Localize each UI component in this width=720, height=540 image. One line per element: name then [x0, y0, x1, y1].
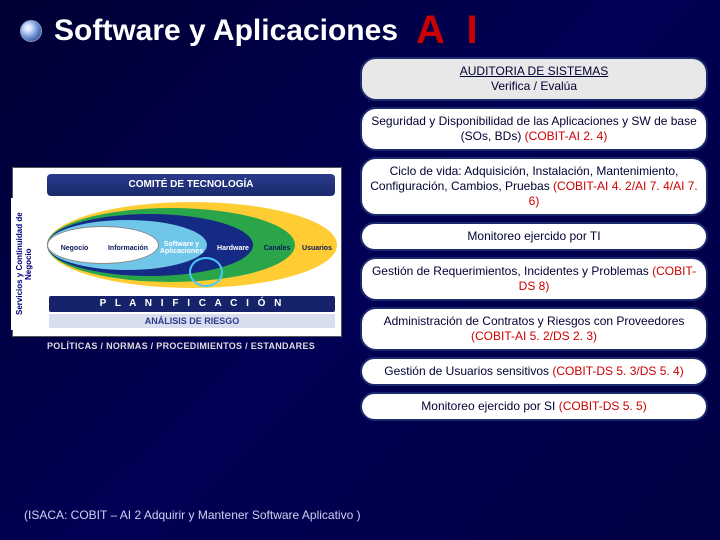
box-audit-sub: Verifica / Evalúa	[370, 79, 698, 94]
slide-title-code: A I	[416, 8, 484, 53]
layer-label-2: Información	[102, 245, 154, 252]
diagram-top-bar: COMITÉ DE TECNOLOGÍA	[47, 174, 335, 196]
governance-diagram: Servicios y Continuidad de Negocio COMIT…	[12, 167, 342, 337]
box-security-ref: (COBIT-AI 2. 4)	[525, 129, 608, 143]
diagram-ovals: Negocio Información Software y Aplicacio…	[47, 202, 335, 292]
box-contracts: Administración de Contratos y Riesgos co…	[360, 307, 708, 351]
diagram-column: Servicios y Continuidad de Negocio COMIT…	[12, 57, 350, 421]
box-monitoring-si-text: Monitoreo ejercido por SI	[421, 399, 558, 413]
box-lifecycle-ref: (COBIT-AI 4. 2/AI 7. 4/AI 7. 6)	[529, 179, 698, 208]
layer-label-3: Software y Aplicaciones	[154, 241, 209, 255]
diagram-policies-label: POLÍTICAS / NORMAS / PROCEDIMIENTOS / ES…	[12, 341, 350, 351]
box-lifecycle: Ciclo de vida: Adquisición, Instalación,…	[360, 157, 708, 216]
layer-label-6: Usuarios	[297, 245, 337, 252]
slide-footer: (ISACA: COBIT – AI 2 Adquirir y Mantener…	[24, 508, 361, 522]
oval-labels: Negocio Información Software y Aplicacio…	[47, 238, 337, 258]
box-audit: AUDITORIA DE SISTEMAS Verifica / Evalúa	[360, 57, 708, 101]
box-monitoring-ti: Monitoreo ejercido por TI	[360, 222, 708, 251]
box-security: Seguridad y Disponibilidad de las Aplica…	[360, 107, 708, 151]
box-users: Gestión de Usuarios sensitivos (COBIT-DS…	[360, 357, 708, 386]
box-requirements: Gestión de Requerimientos, Incidentes y …	[360, 257, 708, 301]
box-users-text: Gestión de Usuarios sensitivos	[384, 364, 552, 378]
box-users-ref: (COBIT-DS 5. 3/DS 5. 4)	[552, 364, 683, 378]
box-contracts-ref: (COBIT-AI 5. 2/DS 2. 3)	[471, 329, 597, 343]
box-monitoring-ti-text: Monitoreo ejercido por TI	[467, 229, 600, 243]
highlight-ring-icon	[189, 257, 223, 287]
diagram-side-label: Servicios y Continuidad de Negocio	[11, 198, 39, 330]
diagram-planning-bar: P L A N I F I C A C I Ó N	[49, 296, 335, 312]
box-audit-title: AUDITORIA DE SISTEMAS	[370, 64, 698, 79]
box-monitoring-si-ref: (COBIT-DS 5. 5)	[559, 399, 647, 413]
layer-label-4: Hardware	[209, 245, 257, 252]
diagram-risk-bar: ANÁLISIS DE RIESGO	[49, 314, 335, 328]
boxes-column: AUDITORIA DE SISTEMAS Verifica / Evalúa …	[360, 57, 708, 421]
box-requirements-text: Gestión de Requerimientos, Incidentes y …	[372, 264, 652, 278]
box-contracts-text: Administración de Contratos y Riesgos co…	[384, 314, 685, 328]
slide-header: Software y Aplicaciones A I	[0, 0, 720, 53]
layer-label-1: Negocio	[47, 245, 102, 252]
box-monitoring-si: Monitoreo ejercido por SI (COBIT-DS 5. 5…	[360, 392, 708, 421]
slide-title: Software y Aplicaciones	[54, 14, 398, 48]
bullet-icon	[20, 20, 42, 42]
layer-label-5: Canales	[257, 245, 297, 252]
